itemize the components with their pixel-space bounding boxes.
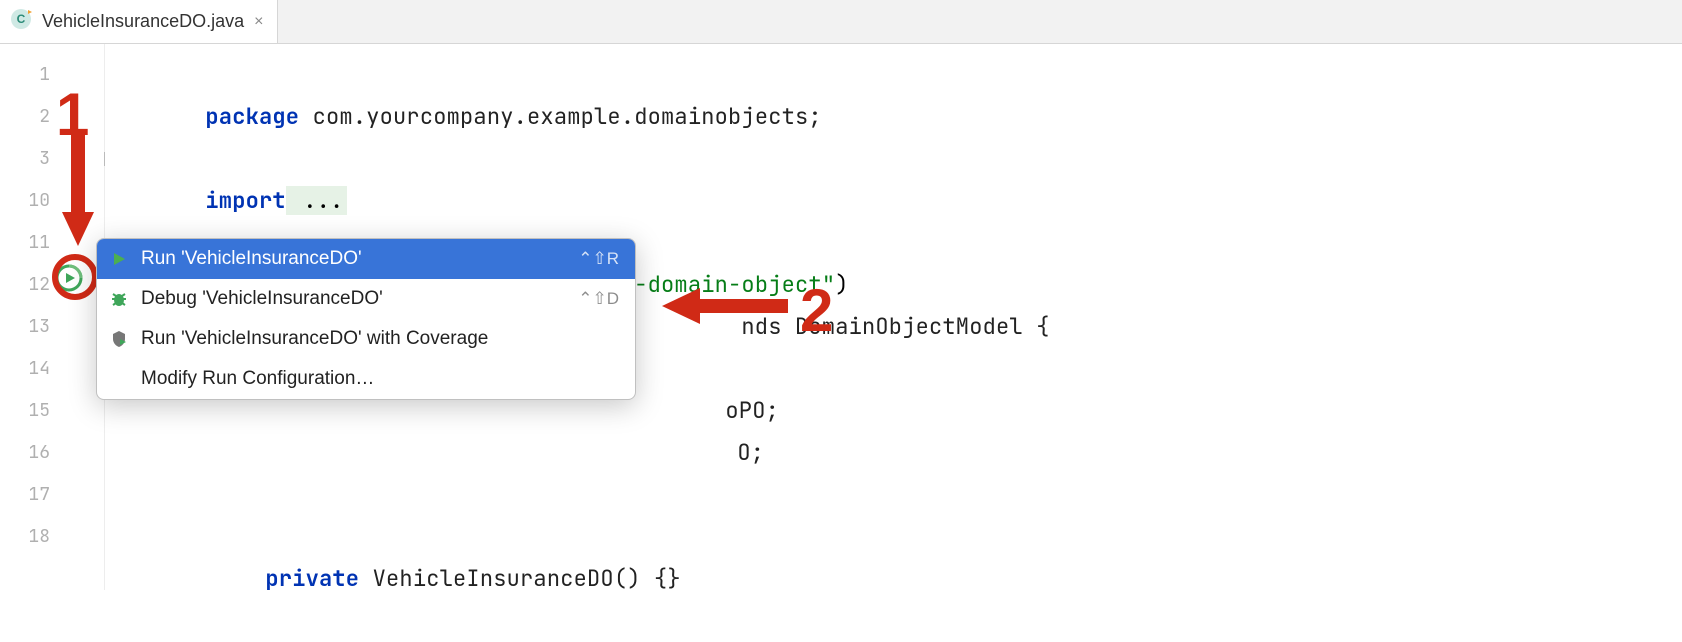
line-number: 12 [0, 264, 50, 306]
close-icon[interactable]: × [254, 13, 263, 31]
annotation-circle [52, 254, 98, 300]
code-line: import ... [125, 138, 347, 180]
tab-bar: C VehicleInsuranceDO.java × [0, 0, 1682, 44]
line-number: 11 [0, 222, 50, 264]
tab-filename: VehicleInsuranceDO.java [42, 11, 244, 32]
menu-item-label: Run 'VehicleInsuranceDO' [141, 248, 566, 270]
run-icon [109, 251, 129, 267]
code-line: O; [657, 390, 764, 432]
line-number: 15 [0, 390, 50, 432]
line-number: 16 [0, 432, 50, 474]
menu-item-modify-config[interactable]: Modify Run Configuration… [97, 359, 635, 399]
line-number: 10 [0, 180, 50, 222]
run-context-menu: Run 'VehicleInsuranceDO' ⌃⇧R Debug 'Vehi… [96, 238, 636, 400]
line-number: 3 [0, 138, 50, 180]
menu-item-coverage[interactable]: Run 'VehicleInsuranceDO' with Coverage [97, 319, 635, 359]
menu-item-debug[interactable]: Debug 'VehicleInsuranceDO' ⌃⇧D [97, 279, 635, 319]
annotation-number-2: 2 [800, 276, 833, 345]
line-number: 17 [0, 474, 50, 516]
line-number: 14 [0, 348, 50, 390]
menu-item-shortcut: ⌃⇧R [578, 249, 619, 269]
cover-icon [109, 330, 129, 348]
menu-item-label: Debug 'VehicleInsuranceDO' [141, 288, 566, 310]
debug-icon [109, 290, 129, 308]
menu-item-label: Modify Run Configuration… [141, 368, 607, 390]
menu-item-shortcut: ⌃⇧D [578, 289, 619, 309]
code-line: package com.yourcompany.example.domainob… [125, 54, 822, 96]
menu-item-label: Run 'VehicleInsuranceDO' with Coverage [141, 328, 607, 350]
code-line: oPO; [645, 348, 779, 390]
editor-tab[interactable]: C VehicleInsuranceDO.java × [0, 0, 278, 43]
line-number: 2 [0, 96, 50, 138]
line-number: 18 [0, 516, 50, 558]
line-number: 13 [0, 306, 50, 348]
menu-item-run[interactable]: Run 'VehicleInsuranceDO' ⌃⇧R [97, 239, 635, 279]
svg-text:C: C [17, 12, 26, 26]
annotation-arrow-left [660, 280, 790, 332]
code-line: private VehicleInsuranceDO() {} [185, 516, 681, 558]
java-class-icon: C [10, 8, 32, 35]
annotation-arrow-down [58, 134, 98, 250]
line-number: 1 [0, 54, 50, 96]
